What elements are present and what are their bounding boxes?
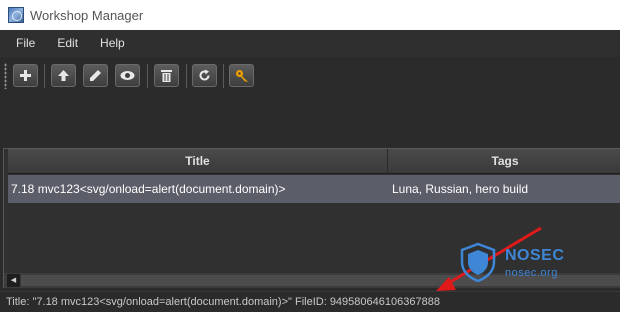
app-icon — [8, 7, 24, 23]
title-bar: Workshop Manager — [0, 0, 620, 30]
refresh-icon — [199, 69, 210, 81]
toolbar-grip[interactable] — [4, 63, 7, 89]
upload-button[interactable] — [51, 64, 76, 87]
shield-logo-icon — [460, 242, 496, 282]
nosec-watermark: NOSEC nosec.org — [456, 240, 596, 284]
toolbar-separator — [223, 64, 224, 88]
toolbar-separator — [147, 64, 148, 88]
pencil-icon — [90, 70, 101, 81]
trash-icon — [161, 70, 172, 82]
cell-tags[interactable]: Luna, Russian, hero build — [389, 175, 619, 203]
delete-button[interactable] — [154, 64, 179, 87]
watermark-domain: nosec.org — [505, 267, 558, 279]
key-button[interactable] — [229, 64, 254, 87]
eye-icon — [120, 71, 135, 80]
menu-edit[interactable]: Edit — [46, 30, 89, 57]
upload-icon — [58, 70, 69, 81]
scroll-left-button[interactable]: ◀ — [7, 274, 20, 287]
watermark-brand: NOSEC — [505, 247, 565, 264]
cell-title[interactable]: 7.18 mvc123<svg/onload=alert(document.do… — [11, 175, 387, 203]
add-button[interactable] — [13, 64, 38, 87]
table-header: Title Tags — [8, 149, 620, 174]
menu-help[interactable]: Help — [89, 30, 136, 57]
toolbar — [0, 57, 620, 94]
menu-file[interactable]: File — [0, 30, 46, 57]
toolbar-separator — [186, 64, 187, 88]
column-header-tags[interactable]: Tags — [389, 149, 620, 174]
key-icon — [235, 69, 248, 82]
view-button[interactable] — [115, 64, 140, 87]
table-row[interactable]: 7.18 mvc123<svg/onload=alert(document.do… — [8, 175, 620, 203]
plus-icon — [20, 70, 31, 81]
status-bar: Title: "7.18 mvc123<svg/onload=alert(doc… — [0, 291, 620, 312]
edit-button[interactable] — [83, 64, 108, 87]
menu-bar: File Edit Help — [0, 30, 620, 57]
refresh-button[interactable] — [192, 64, 217, 87]
column-header-title[interactable]: Title — [8, 149, 388, 174]
toolbar-separator — [44, 64, 45, 88]
window-title: Workshop Manager — [30, 7, 144, 23]
